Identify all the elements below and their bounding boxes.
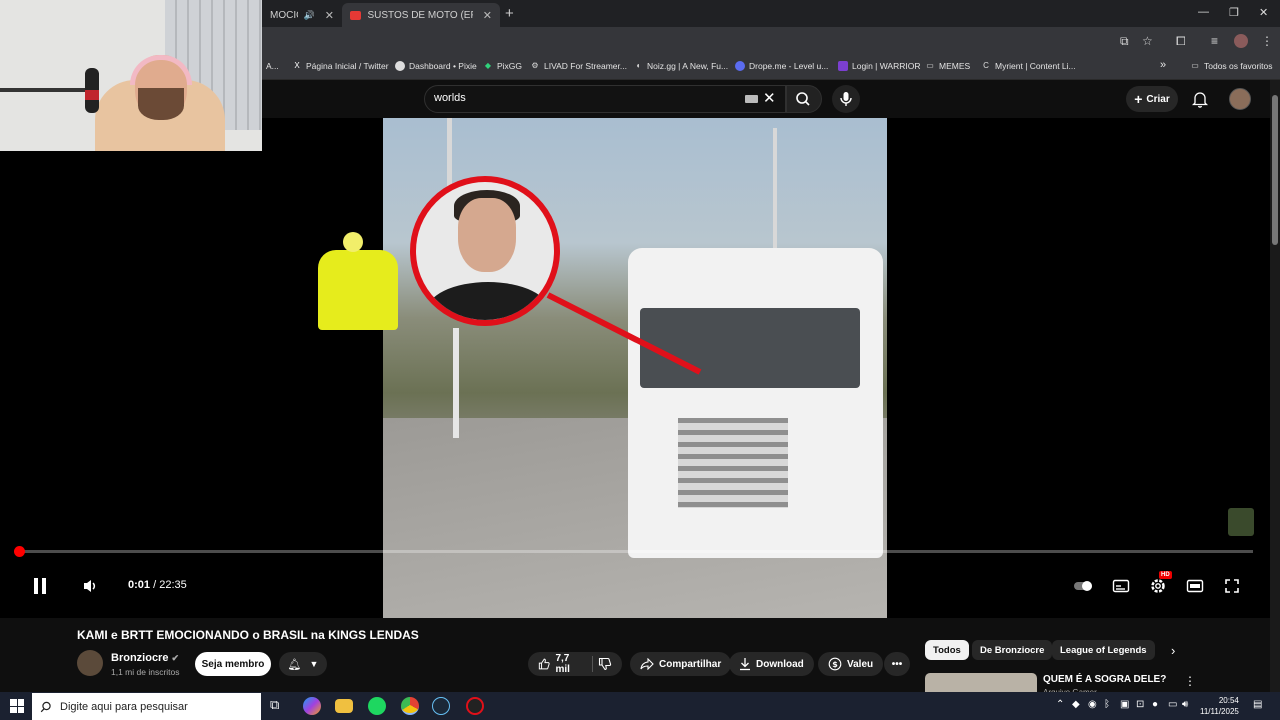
like-button[interactable]: 7,7 mil	[538, 653, 583, 675]
recommendation-title[interactable]: QUEM É A SOGRA DELE?	[1043, 674, 1166, 685]
theater-icon	[1186, 579, 1204, 593]
download-button[interactable]: Download	[729, 652, 814, 676]
notifications-center-icon[interactable]: ▤	[1253, 699, 1262, 710]
time-display: 0:01 / 22:35	[128, 579, 187, 591]
file-explorer-icon[interactable]	[335, 699, 353, 713]
mic-tray-icon[interactable]: ●	[1152, 699, 1158, 710]
discord-icon[interactable]: ◉	[1088, 699, 1097, 710]
thumbs-down-icon	[598, 657, 612, 671]
chevron-down-icon: ▼	[309, 659, 319, 669]
chrome-icon[interactable]	[401, 697, 419, 715]
super-thanks-icon: $	[828, 657, 842, 671]
taskbar-clock[interactable]: 20:54 11/11/2025	[1200, 695, 1239, 717]
dislike-button[interactable]	[598, 657, 612, 671]
chip-from-channel[interactable]: De Bronziocre	[972, 640, 1053, 660]
svg-text:$: $	[832, 660, 838, 669]
steam-icon[interactable]	[432, 697, 450, 715]
duration: 22:35	[159, 579, 187, 591]
recommendation-menu-icon[interactable]: ⋮	[1184, 674, 1196, 688]
webcam-overlay	[0, 0, 262, 151]
subtitles-button[interactable]	[1112, 578, 1130, 599]
hd-badge: HD	[1159, 571, 1172, 579]
task-view-icon[interactable]: ⧉	[270, 697, 288, 715]
share-button[interactable]: Compartilhar	[630, 652, 732, 676]
pause-icon	[34, 578, 46, 594]
progress-bar[interactable]	[17, 550, 1253, 553]
more-actions-button[interactable]: •••	[884, 652, 910, 676]
video-title: KAMI e BRTT EMOCIONANDO o BRASIL na KING…	[77, 628, 419, 642]
recommendation-thumbnail[interactable]	[925, 673, 1037, 692]
speaker-icon[interactable]: 🔊︎	[1182, 699, 1188, 710]
channel-avatar[interactable]	[77, 650, 103, 676]
tray-app-icon[interactable]: ◆	[1072, 699, 1080, 710]
theater-mode-button[interactable]	[1186, 578, 1204, 599]
channel-watermark[interactable]	[1228, 508, 1254, 536]
fullscreen-icon	[1225, 579, 1239, 593]
usb-icon[interactable]: ⊡	[1136, 699, 1144, 710]
network-icon[interactable]: ▭	[1168, 699, 1177, 710]
bluetooth-icon[interactable]: ᛒ	[1104, 699, 1110, 710]
download-icon	[740, 658, 750, 671]
volume-icon	[84, 580, 96, 592]
like-count: 7,7 mil	[555, 653, 570, 675]
like-dislike-group: 7,7 mil	[528, 652, 622, 676]
copilot-icon[interactable]	[303, 697, 321, 715]
search-icon	[40, 701, 51, 712]
gear-icon	[1151, 579, 1165, 593]
taskbar-search-input[interactable]: Digite aqui para pesquisar	[32, 693, 261, 720]
autoplay-icon	[1074, 581, 1092, 591]
highlight-circle	[410, 176, 560, 326]
progress-scrubber[interactable]	[13, 546, 25, 557]
join-button[interactable]: Seja membro	[195, 652, 271, 676]
bell-icon: 🔔︎	[287, 658, 302, 671]
subscriber-count: 1,1 mi de inscritos	[111, 667, 180, 677]
chip-league-of-legends[interactable]: League of Legends	[1052, 640, 1155, 660]
chip-all[interactable]: Todos	[925, 640, 969, 660]
autoplay-toggle[interactable]	[1073, 579, 1095, 598]
windows-start-icon[interactable]	[10, 699, 24, 713]
obs-icon[interactable]	[466, 697, 484, 715]
chevron-right-icon[interactable]: ›	[1171, 643, 1175, 658]
scrollbar-thumb[interactable]	[1272, 95, 1278, 245]
thanks-button[interactable]: $ Valeu	[818, 652, 884, 676]
settings-button[interactable]	[1149, 577, 1167, 600]
channel-name[interactable]: Bronziocre ✔	[111, 652, 179, 664]
share-icon	[640, 658, 654, 670]
subtitles-icon	[1112, 579, 1130, 593]
volume-button[interactable]	[82, 578, 100, 599]
current-time: 0:01	[128, 579, 151, 591]
gpu-icon[interactable]: ▣	[1120, 699, 1129, 710]
thumbs-up-icon	[538, 658, 550, 670]
fullscreen-button[interactable]	[1224, 578, 1240, 599]
verified-icon: ✔	[171, 653, 180, 663]
spotify-icon[interactable]	[368, 697, 386, 715]
subscription-notifications-button[interactable]: 🔔︎ ▼	[279, 652, 327, 676]
tray-overflow-icon[interactable]: ⌃	[1056, 699, 1064, 710]
pause-button[interactable]	[32, 577, 48, 600]
